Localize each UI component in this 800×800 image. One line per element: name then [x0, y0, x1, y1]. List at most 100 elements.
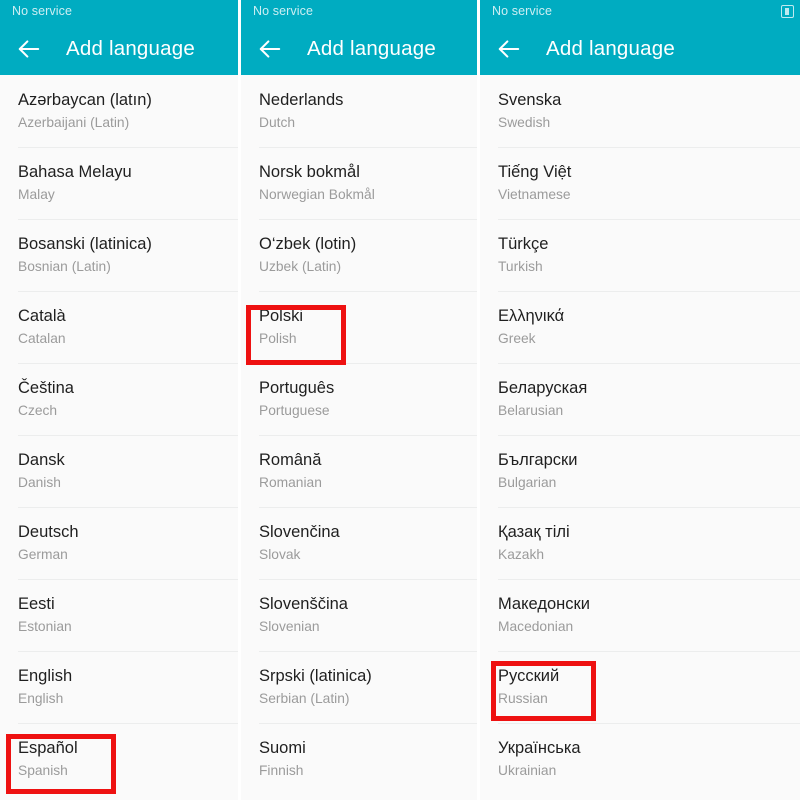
language-list-item[interactable]: Tiếng Việt Vietnamese	[480, 147, 800, 219]
language-english-name: Russian	[498, 690, 548, 706]
language-english-name: Norwegian Bokmål	[259, 186, 375, 202]
language-english-name: Bulgarian	[498, 474, 557, 490]
language-english-name: Czech	[18, 402, 58, 418]
language-list-item[interactable]: Azərbaycan (latın) Azerbaijani (Latin)	[0, 75, 238, 147]
language-list-item[interactable]: Català Catalan	[0, 291, 238, 363]
language-native-name: Azərbaycan (latın)	[18, 90, 152, 109]
language-list-left[interactable]: Azərbaycan (latın) Azerbaijani (Latin) Bah…	[0, 75, 238, 795]
language-native-name: Українська	[498, 738, 581, 757]
language-native-name: Ελληνικά	[498, 306, 565, 325]
carrier-status-text: No service	[12, 4, 73, 19]
language-native-name: Nederlands	[259, 90, 344, 109]
carrier-status-text: No service	[492, 4, 553, 19]
language-list-item[interactable]: Български Bulgarian	[480, 435, 800, 507]
screen-pane-middle: No service Add language Nederlands Dutch N…	[241, 0, 477, 800]
language-english-name: Vietnamese	[498, 186, 571, 202]
language-native-name: Eesti	[18, 594, 55, 613]
language-english-name: Danish	[18, 474, 61, 490]
status-bar: No service	[480, 0, 800, 23]
language-list-item[interactable]: Українська Ukrainian	[480, 723, 800, 795]
language-english-name: Serbian (Latin)	[259, 690, 350, 706]
language-native-name: Русский	[498, 666, 560, 685]
language-native-name: Deutsch	[18, 522, 79, 541]
language-native-name: Bosanski (latinica)	[18, 234, 152, 253]
language-english-name: Greek	[498, 330, 536, 346]
screenshot-root: No service Add language Azərbaycan (latı…	[0, 0, 800, 800]
language-native-name: Svenska	[498, 90, 562, 109]
language-native-name: Polski	[259, 306, 304, 325]
app-bar: Add language	[480, 23, 800, 75]
language-native-name: Dansk	[18, 450, 65, 469]
language-english-name: English	[18, 690, 64, 706]
language-native-name: Slovenčina	[259, 522, 340, 541]
language-native-name: Bahasa Melayu	[18, 162, 132, 181]
screen-pane-left: No service Add language Azərbaycan (latı…	[0, 0, 238, 800]
back-arrow-icon[interactable]	[496, 36, 522, 62]
language-list-item[interactable]: Português Portuguese	[241, 363, 477, 435]
language-english-name: Slovak	[259, 546, 301, 562]
status-bar: No service	[0, 0, 238, 23]
language-list-item[interactable]: English English	[0, 651, 238, 723]
language-native-name: Norsk bokmål	[259, 162, 360, 181]
language-english-name: Slovenian	[259, 618, 320, 634]
language-native-name: Srpski (latinica)	[259, 666, 372, 685]
language-english-name: Swedish	[498, 114, 551, 130]
language-list-item[interactable]: Español Spanish	[0, 723, 238, 795]
language-list-item[interactable]: Slovenščina Slovenian	[241, 579, 477, 651]
language-list-item[interactable]: Bahasa Melayu Malay	[0, 147, 238, 219]
app-bar: Add language	[241, 23, 477, 75]
screen-pane-right: No service Add language Svenska Swedish Ti…	[480, 0, 800, 800]
language-list-item[interactable]: Srpski (latinica) Serbian (Latin)	[241, 651, 477, 723]
language-list-middle[interactable]: Nederlands Dutch Norsk bokmål Norwegian Bok…	[241, 75, 477, 795]
language-native-name: Slovenščina	[259, 594, 348, 613]
language-native-name: Български	[498, 450, 578, 469]
language-list-item[interactable]: Suomi Finnish	[241, 723, 477, 795]
language-english-name: Malay	[18, 186, 55, 202]
language-english-name: Portuguese	[259, 402, 330, 418]
language-native-name: Português	[259, 378, 335, 397]
language-english-name: Kazakh	[498, 546, 545, 562]
app-bar: Add language	[0, 23, 238, 75]
language-english-name: Uzbek (Latin)	[259, 258, 342, 274]
language-list-item[interactable]: Ελληνικά Greek	[480, 291, 800, 363]
language-list-item[interactable]: Norsk bokmål Norwegian Bokmål	[241, 147, 477, 219]
language-list-item[interactable]: Svenska Swedish	[480, 75, 800, 147]
language-native-name: English	[18, 666, 73, 685]
status-bar-right	[781, 5, 794, 18]
language-native-name: Română	[259, 450, 322, 469]
language-english-name: Finnish	[259, 762, 304, 778]
language-list-item[interactable]: Slovenčina Slovak	[241, 507, 477, 579]
page-title: Add language	[546, 37, 675, 60]
language-list-item[interactable]: O‘zbek (lotin) Uzbek (Latin)	[241, 219, 477, 291]
language-list-item[interactable]: Deutsch German	[0, 507, 238, 579]
language-native-name: O‘zbek (lotin)	[259, 234, 357, 253]
language-list-item[interactable]: Română Romanian	[241, 435, 477, 507]
language-list-item[interactable]: Македонски Macedonian	[480, 579, 800, 651]
carrier-status-text: No service	[253, 4, 314, 19]
language-english-name: Turkish	[498, 258, 543, 274]
language-list-item[interactable]: Čeština Czech	[0, 363, 238, 435]
language-english-name: Catalan	[18, 330, 66, 346]
language-english-name: Polish	[259, 330, 297, 346]
language-list-item[interactable]: Dansk Danish	[0, 435, 238, 507]
language-list-item[interactable]: Bosanski (latinica) Bosnian (Latin)	[0, 219, 238, 291]
language-native-name: Tiếng Việt	[498, 162, 572, 181]
battery-icon	[781, 5, 794, 18]
language-native-name: Беларуская	[498, 378, 588, 397]
page-title: Add language	[307, 37, 436, 60]
language-list-item[interactable]: Nederlands Dutch	[241, 75, 477, 147]
language-list-right[interactable]: Svenska Swedish Tiếng Việt Vietnamese Türkçe…	[480, 75, 800, 795]
language-list-item[interactable]: Беларуская Belarusian	[480, 363, 800, 435]
language-english-name: Bosnian (Latin)	[18, 258, 111, 274]
back-arrow-icon[interactable]	[16, 36, 42, 62]
language-list-item[interactable]: Қазақ тілі Kazakh	[480, 507, 800, 579]
language-native-name: Македонски	[498, 594, 590, 613]
language-list-item[interactable]: Polski Polish	[241, 291, 477, 363]
language-english-name: Dutch	[259, 114, 296, 130]
back-arrow-icon[interactable]	[257, 36, 283, 62]
language-list-item[interactable]: Русский Russian	[480, 651, 800, 723]
language-english-name: Ukrainian	[498, 762, 557, 778]
language-english-name: Belarusian	[498, 402, 564, 418]
language-list-item[interactable]: Eesti Estonian	[0, 579, 238, 651]
language-list-item[interactable]: Türkçe Turkish	[480, 219, 800, 291]
